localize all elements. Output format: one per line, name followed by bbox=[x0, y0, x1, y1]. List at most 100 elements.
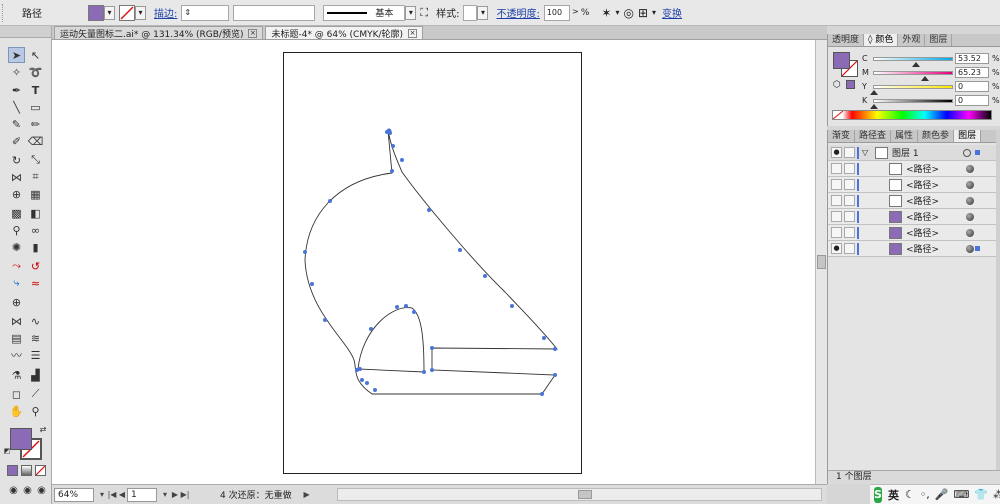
crosshair-tool-icon[interactable]: ⊕ bbox=[8, 294, 25, 310]
tools-icon[interactable]: ⁂ bbox=[993, 488, 1000, 501]
recolor-dropdown-icon[interactable]: ▾ bbox=[615, 8, 619, 17]
next-artboard-icon[interactable]: ▶ bbox=[170, 490, 180, 499]
target-icon[interactable] bbox=[966, 244, 974, 253]
perspective-grid-tool-icon[interactable]: ▦ bbox=[27, 186, 44, 202]
opacity-arrow[interactable]: > bbox=[570, 6, 581, 20]
lock-toggle[interactable] bbox=[844, 179, 855, 190]
envelope-distort-icon[interactable]: ⋈ bbox=[8, 313, 25, 329]
blend-tool-icon[interactable]: ∞ bbox=[27, 222, 44, 238]
slider-track[interactable] bbox=[873, 70, 953, 81]
lock-toggle[interactable] bbox=[844, 243, 855, 254]
style-dropdown[interactable]: ▾ bbox=[477, 5, 489, 20]
slice-tool-icon[interactable]: ⟋ bbox=[27, 386, 44, 402]
slider-value[interactable]: 65.23 bbox=[955, 67, 989, 78]
layer-item[interactable]: ● <路径> bbox=[828, 193, 996, 209]
zoom-dropdown-icon[interactable]: ▾ bbox=[97, 490, 107, 499]
target-icon[interactable] bbox=[966, 228, 974, 237]
tab-appearance[interactable]: 外观 bbox=[898, 34, 926, 46]
gradient-tool-icon[interactable]: ◧ bbox=[27, 205, 44, 221]
tab-color-guide[interactable]: 颜色参 bbox=[918, 130, 955, 142]
path-name[interactable]: <路径> bbox=[906, 210, 939, 223]
isolate-icon[interactable]: ◎ bbox=[623, 6, 633, 20]
hand-tool-icon[interactable]: ✋ bbox=[8, 403, 25, 419]
document-tab-0[interactable]: 运动矢量图标二.ai* @ 131.34% (RGB/预览) × bbox=[54, 26, 264, 40]
document-tab-1[interactable]: 未标题-4* @ 64% (CMYK/轮廓) × bbox=[265, 26, 424, 40]
brush-definition[interactable]: 基本 bbox=[323, 4, 406, 21]
graph-type-icon[interactable]: ≋ bbox=[27, 330, 44, 346]
tab-attributes[interactable]: 属性 bbox=[891, 130, 919, 142]
variable-width-profile[interactable] bbox=[233, 4, 316, 21]
draw-inside-icon[interactable]: ◉ bbox=[33, 482, 50, 498]
layers-scrollbar[interactable] bbox=[996, 130, 1000, 484]
lock-toggle[interactable] bbox=[844, 195, 855, 206]
sailboat-outline-drawing[interactable] bbox=[52, 40, 815, 484]
layer-item[interactable]: ● <路径> bbox=[828, 241, 996, 257]
first-artboard-icon[interactable]: |◀ bbox=[107, 490, 117, 499]
expand-triangle-icon[interactable]: ▽ bbox=[862, 148, 868, 157]
target-icon[interactable] bbox=[966, 212, 974, 221]
mesh-tool-icon[interactable]: ▩ bbox=[8, 205, 25, 221]
selection-tool-icon[interactable]: ➤ bbox=[8, 47, 25, 63]
slider-value[interactable]: 0 bbox=[955, 95, 989, 106]
lock-toggle[interactable] bbox=[844, 211, 855, 222]
slider-value[interactable]: 53.52 bbox=[955, 53, 989, 64]
paintbrush-tool-icon[interactable]: ✎ bbox=[8, 116, 25, 132]
magic-wand-tool-icon[interactable]: ✧ bbox=[8, 64, 25, 80]
slider-track[interactable] bbox=[873, 56, 953, 67]
warp-tool-icon[interactable]: ∿ bbox=[27, 313, 44, 329]
custom-tool-4-icon[interactable]: ≈ bbox=[27, 275, 44, 291]
scrollbar-thumb[interactable] bbox=[578, 490, 592, 499]
path-name[interactable]: <路径> bbox=[906, 162, 939, 175]
vertical-scrollbar[interactable] bbox=[815, 40, 827, 484]
zoom-tool-icon[interactable]: ⚲ bbox=[27, 403, 44, 419]
column-graph-tool-icon[interactable]: ▮ bbox=[27, 239, 44, 255]
swap-colors-icon[interactable]: ⇄ bbox=[38, 424, 48, 434]
toolbox-fill-swatch[interactable] bbox=[10, 428, 32, 450]
visibility-toggle[interactable]: ● bbox=[831, 163, 842, 174]
eye-icon[interactable]: ● bbox=[831, 147, 842, 158]
layer-row[interactable]: ● ▽ 图层 1 bbox=[828, 145, 996, 161]
fill-swatch[interactable] bbox=[88, 4, 104, 21]
direct-selection-tool-icon[interactable]: ↖ bbox=[27, 47, 44, 63]
opacity-link[interactable]: 不透明度: bbox=[496, 5, 539, 20]
control-bar-grip[interactable] bbox=[2, 3, 8, 22]
visibility-toggle[interactable]: ● bbox=[831, 211, 842, 222]
horizontal-scrollbar[interactable] bbox=[337, 488, 822, 501]
pencil-tool-icon[interactable]: ✏ bbox=[27, 116, 44, 132]
layer-item[interactable]: ● <路径> bbox=[828, 161, 996, 177]
chart-line-icon[interactable]: 〰 bbox=[8, 347, 25, 363]
status-menu-icon[interactable]: ▶ bbox=[302, 490, 312, 499]
path-name[interactable]: <路径> bbox=[906, 178, 939, 191]
slider-track[interactable] bbox=[870, 98, 953, 109]
last-artboard-icon[interactable]: ▶| bbox=[180, 490, 190, 499]
symbol-sprayer-tool-icon[interactable]: ✺ bbox=[8, 239, 25, 255]
list-icon[interactable]: ☰ bbox=[27, 347, 44, 363]
pen-tool-icon[interactable]: ✒ bbox=[8, 82, 25, 98]
blob-brush-tool-icon[interactable]: ✐ bbox=[8, 133, 25, 149]
width-tool-icon[interactable]: ⋈ bbox=[8, 169, 25, 185]
zoom-field[interactable]: 64% bbox=[54, 487, 94, 502]
skin-icon[interactable]: 👕 bbox=[974, 488, 988, 501]
path-name[interactable]: <路径> bbox=[906, 194, 939, 207]
layer-item[interactable]: ● <路径> bbox=[828, 209, 996, 225]
target-icon[interactable] bbox=[966, 180, 974, 189]
tab-gradient[interactable]: 渐变 bbox=[828, 130, 856, 142]
graph-data-icon[interactable]: ▤ bbox=[8, 330, 25, 346]
slider-track[interactable] bbox=[870, 84, 953, 95]
eraser-tool-icon[interactable]: ⌫ bbox=[27, 133, 44, 149]
free-transform-tool-icon[interactable]: ⌗ bbox=[27, 169, 44, 185]
target-icon[interactable] bbox=[963, 148, 971, 157]
target-icon[interactable] bbox=[966, 196, 974, 205]
custom-tool-3-icon[interactable]: ⤷ bbox=[8, 275, 25, 291]
rotate-tool-icon[interactable]: ↻ bbox=[8, 152, 25, 168]
transform-link[interactable]: 变换 bbox=[662, 5, 682, 20]
target-icon[interactable] bbox=[966, 164, 974, 173]
keyboard-icon[interactable]: ⌨ bbox=[954, 488, 970, 501]
close-icon[interactable]: × bbox=[408, 28, 418, 38]
path-name[interactable]: <路径> bbox=[906, 226, 939, 239]
scale-tool-icon[interactable]: ⤡ bbox=[27, 152, 44, 168]
eyedropper-icon[interactable]: ⚗ bbox=[8, 367, 25, 383]
artboard-tool-icon[interactable]: ◻ bbox=[8, 386, 25, 402]
slider-handle[interactable] bbox=[870, 103, 878, 109]
stroke-swatch[interactable] bbox=[119, 4, 135, 21]
